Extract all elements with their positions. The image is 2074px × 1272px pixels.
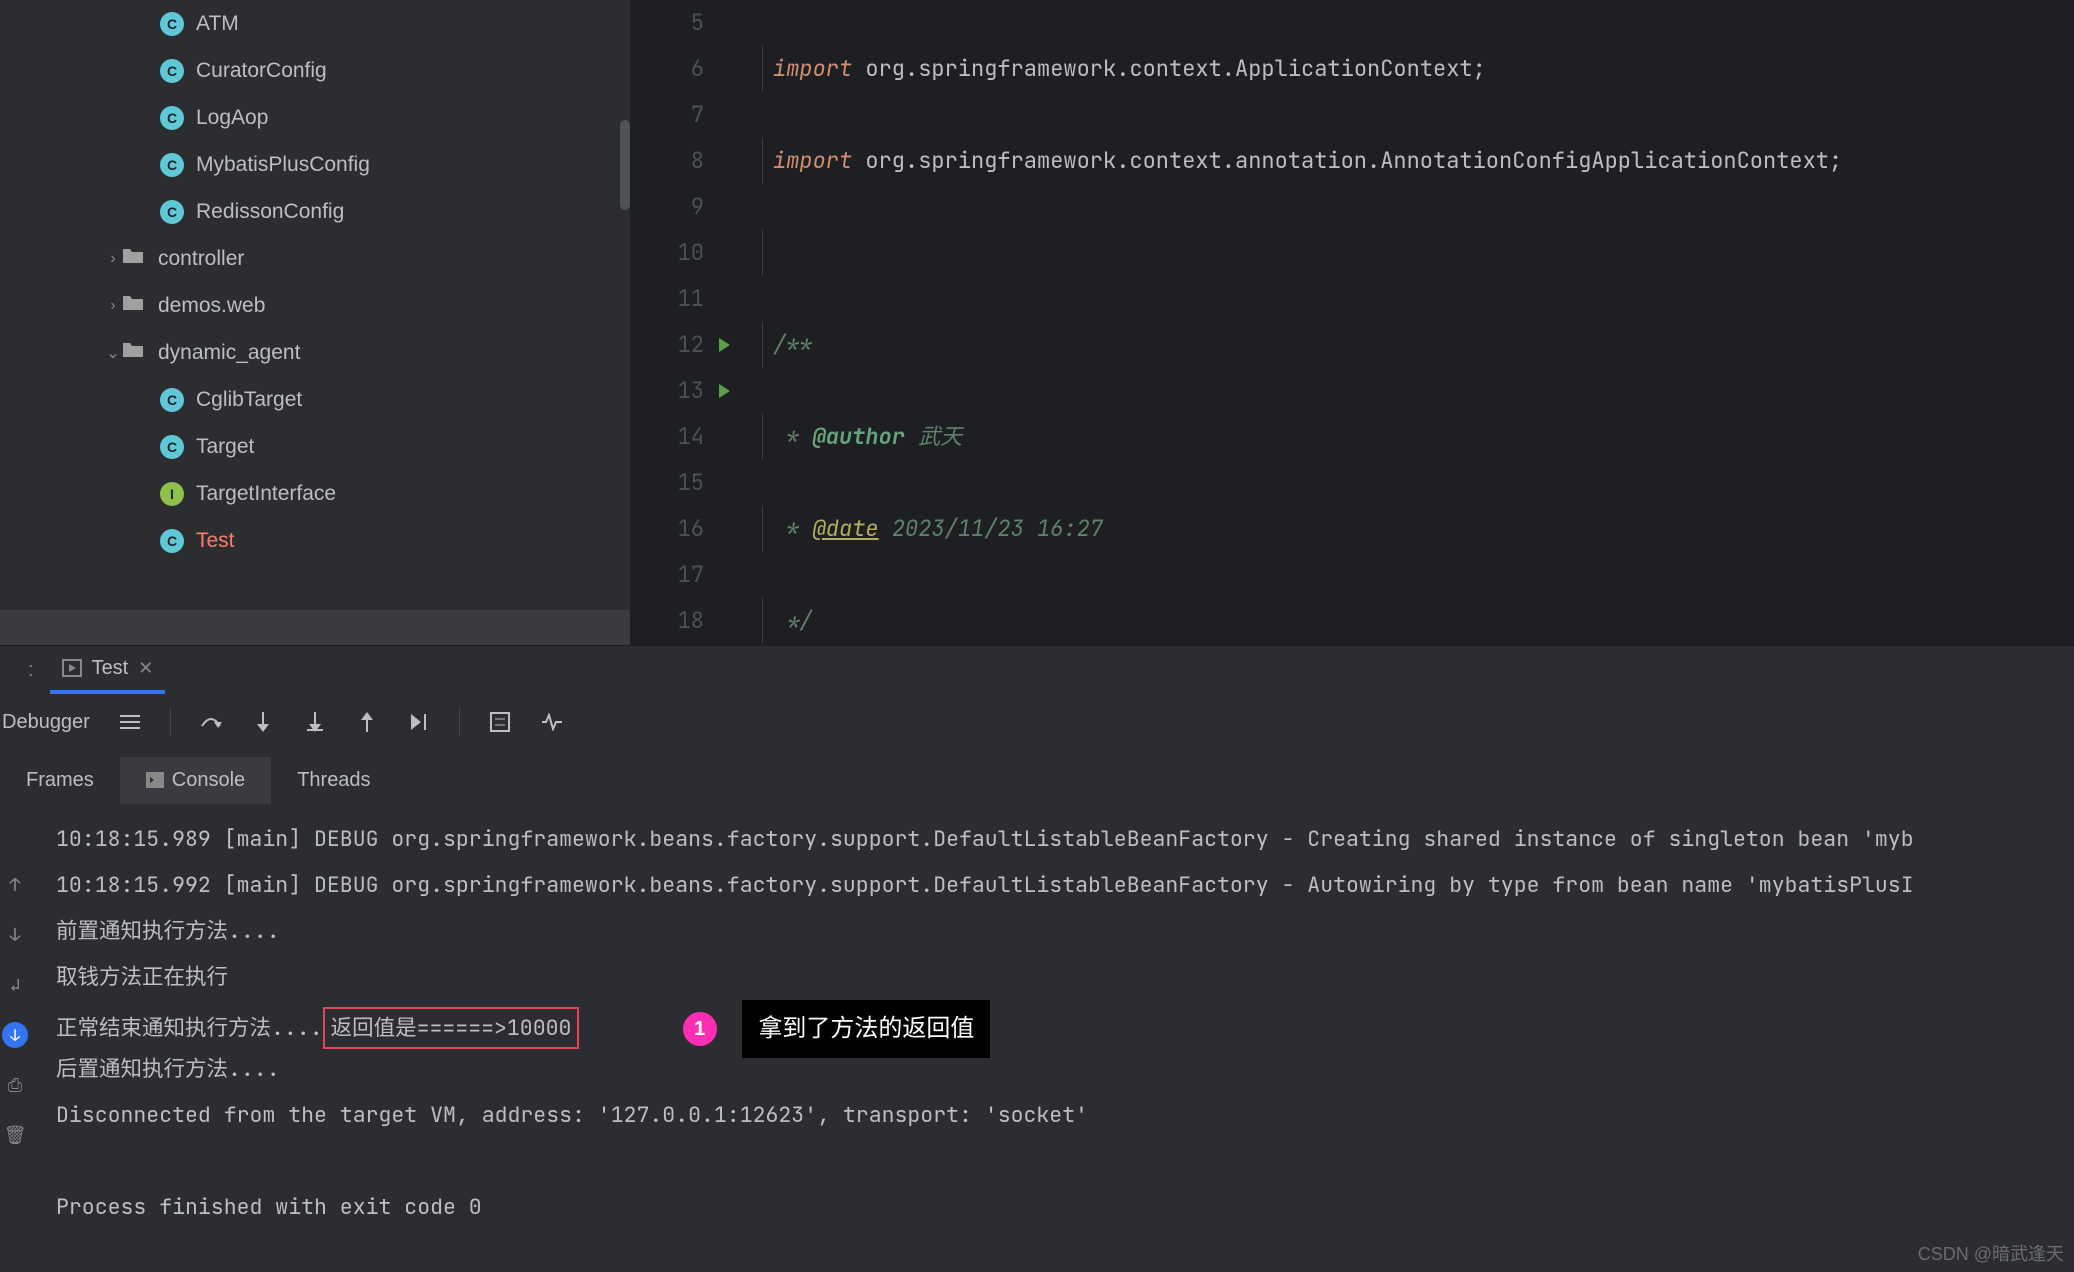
class-icon: C <box>160 106 184 130</box>
panel-label: : <box>28 659 34 682</box>
tree-item-atm[interactable]: C ATM <box>0 0 630 47</box>
tree-label: Test <box>196 529 235 553</box>
tree-item-test[interactable]: C Test <box>0 517 630 564</box>
tree-item-curatorconfig[interactable]: C CuratorConfig <box>0 47 630 94</box>
chevron-right-icon: › <box>104 297 122 315</box>
console-icon <box>146 772 164 788</box>
tree-label: CglibTarget <box>196 388 302 412</box>
code-editor[interactable]: 5 6 7 8 9 10 11 12 13 14 15 16 17 18 imp… <box>630 0 2074 645</box>
tree-item-logaop[interactable]: C LogAop <box>0 94 630 141</box>
console-line: Process finished with exit code 0 <box>56 1184 2074 1230</box>
subtab-frames[interactable]: Frames <box>0 757 120 804</box>
folder-icon <box>122 294 146 318</box>
highlighted-return-value: 返回值是======>10000 <box>323 1007 580 1049</box>
watermark: CSDN @暗武逢天 <box>1918 1240 2064 1266</box>
tree-item-controller[interactable]: › controller <box>0 235 630 282</box>
project-tree[interactable]: C ATM C CuratorConfig C LogAop C Mybatis… <box>0 0 630 645</box>
step-over-icon[interactable] <box>199 710 223 734</box>
runnable-class-icon: C <box>160 388 184 412</box>
class-icon: C <box>160 200 184 224</box>
console-line: 前置通知执行方法.... <box>56 908 2074 954</box>
run-to-cursor-icon[interactable] <box>407 710 431 734</box>
debug-tab-label: Test <box>92 657 129 680</box>
trash-icon[interactable]: 🗑 <box>0 1110 30 1160</box>
debugger-label: Debugger <box>2 711 90 734</box>
tree-label: dynamic_agent <box>158 341 300 365</box>
console-line: Disconnected from the target VM, address… <box>56 1092 2074 1138</box>
annotation-callout: 拿到了方法的返回值 <box>742 1000 990 1058</box>
download-icon[interactable]: ↓ <box>0 1010 30 1060</box>
tree-label: controller <box>158 247 244 271</box>
tree-label: TargetInterface <box>196 482 336 506</box>
interface-icon: I <box>160 482 184 506</box>
console-line <box>56 1138 2074 1184</box>
tree-label: LogAop <box>196 106 268 130</box>
debugger-toolbar: Debugger <box>0 694 2074 750</box>
console-line: 10:18:15.992 [main] DEBUG org.springfram… <box>56 862 2074 908</box>
tree-label: CuratorConfig <box>196 59 327 83</box>
line-gutter: 5 6 7 8 9 10 11 12 13 14 15 16 17 18 <box>630 0 738 645</box>
tree-label: RedissonConfig <box>196 200 344 224</box>
chevron-right-icon: › <box>104 250 122 268</box>
run-gutter-icon[interactable] <box>719 384 730 398</box>
folder-icon <box>122 341 146 365</box>
code-area[interactable]: import org.springframework.context.Appli… <box>738 0 2074 645</box>
tree-item-demosweb[interactable]: › demos.web <box>0 282 630 329</box>
evaluate-icon[interactable] <box>488 710 512 734</box>
trace-icon[interactable] <box>540 710 564 734</box>
tree-item-cglibtarget[interactable]: C CglibTarget <box>0 376 630 423</box>
tree-item-targetinterface[interactable]: I TargetInterface <box>0 470 630 517</box>
debug-tab-test[interactable]: Test ✕ <box>50 646 166 694</box>
chevron-down-icon: ⌄ <box>104 343 122 363</box>
subtab-console[interactable]: Console <box>120 757 271 804</box>
tree-label: MybatisPlusConfig <box>196 153 370 177</box>
print-icon[interactable]: ⎙ <box>0 1060 30 1110</box>
tree-label: Target <box>196 435 254 459</box>
tree-item-mybatisplusconfig[interactable]: C MybatisPlusConfig <box>0 141 630 188</box>
tree-item-redissonconfig[interactable]: C RedissonConfig <box>0 188 630 235</box>
console-line: 后置通知执行方法.... <box>56 1046 2074 1092</box>
console-output[interactable]: 10:18:15.989 [main] DEBUG org.springfram… <box>0 804 2074 1230</box>
debug-tabs: : Test ✕ <box>0 646 2074 694</box>
run-gutter-icon[interactable] <box>719 338 730 352</box>
subtab-threads[interactable]: Threads <box>271 757 396 804</box>
annotation-badge: 1 <box>683 1012 717 1046</box>
class-icon: C <box>160 153 184 177</box>
up-icon[interactable]: ↑ <box>0 860 30 910</box>
close-icon[interactable]: ✕ <box>138 658 153 679</box>
debug-panel: : Test ✕ Debugger Frames Console Threads… <box>0 645 2074 1230</box>
tree-label: demos.web <box>158 294 265 318</box>
layout-icon[interactable] <box>118 710 142 734</box>
debug-subtabs: Frames Console Threads <box>0 750 2074 804</box>
folder-icon <box>122 247 146 271</box>
class-icon: C <box>160 12 184 36</box>
step-out-icon[interactable] <box>355 710 379 734</box>
console-line: 取钱方法正在执行 <box>56 954 2074 1000</box>
tree-item-target[interactable]: C Target <box>0 423 630 470</box>
class-icon: C <box>160 59 184 83</box>
runnable-class-icon: C <box>160 435 184 459</box>
step-into-icon[interactable] <box>251 710 275 734</box>
console-line: 10:18:15.989 [main] DEBUG org.springfram… <box>56 816 2074 862</box>
tree-item-dynamic-agent[interactable]: ⌄ dynamic_agent <box>0 329 630 376</box>
runnable-class-icon: C <box>160 529 184 553</box>
tree-label: ATM <box>196 12 239 36</box>
down-icon[interactable]: ↓ <box>0 910 30 960</box>
console-line: 正常结束通知执行方法....返回值是======>10000 1 拿到了方法的返… <box>56 1000 2074 1046</box>
force-step-into-icon[interactable] <box>303 710 327 734</box>
console-side-toolbar: ↑ ↓ ↲ ↓ ⎙ 🗑 <box>0 860 30 1160</box>
run-config-icon <box>62 659 82 677</box>
scrollbar-thumb[interactable] <box>620 120 630 210</box>
soft-wrap-icon[interactable]: ↲ <box>0 960 30 1010</box>
